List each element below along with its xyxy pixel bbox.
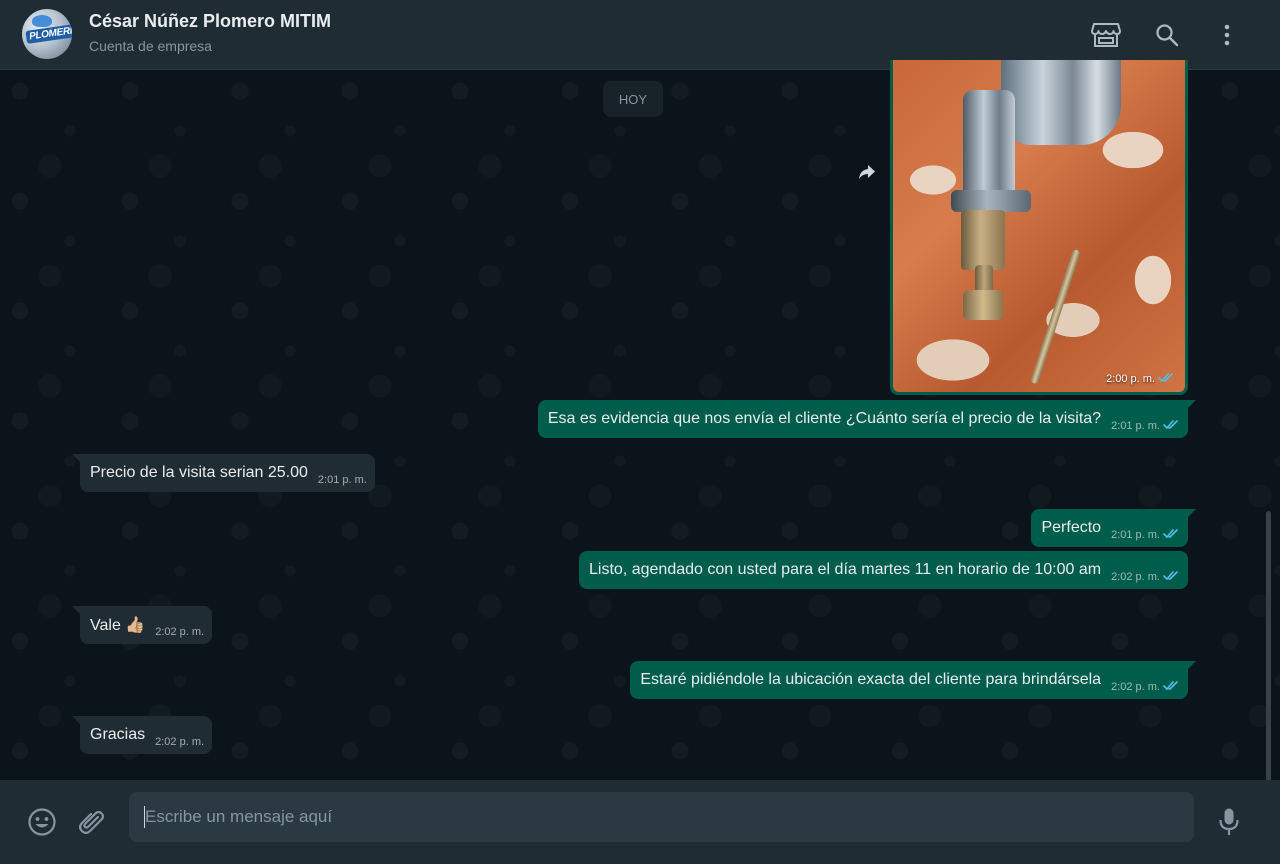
message-meta: 2:01 p. m. [1111, 419, 1180, 433]
message-text: Precio de la visita serian 25.00 [90, 464, 308, 481]
message-meta: 2:02 p. m. [155, 736, 204, 748]
message-meta: 2:02 p. m. [1111, 680, 1180, 694]
microphone-icon[interactable] [1209, 802, 1249, 842]
photo-detail [961, 210, 1005, 270]
photo-detail [951, 190, 1031, 212]
message-input[interactable] [129, 792, 1194, 842]
forward-icon[interactable] [852, 157, 882, 187]
read-ticks-icon [1163, 419, 1180, 433]
search-icon[interactable] [1150, 18, 1184, 52]
message-text: Vale 👍🏼 [90, 617, 146, 634]
faucet-photo[interactable]: 2:00 p. m. [893, 60, 1185, 392]
message-bubble-outgoing[interactable]: Listo, agendado con usted para el día ma… [579, 551, 1188, 589]
message-time: 2:02 p. m. [1111, 681, 1160, 693]
message-meta: 2:02 p. m. [1111, 570, 1180, 584]
text-caret [144, 806, 145, 828]
photo-detail [1029, 248, 1081, 385]
message-text: Listo, agendado con usted para el día ma… [589, 561, 1102, 578]
contact-subtitle: Cuenta de empresa [89, 38, 212, 54]
chat-scrollbar[interactable] [1266, 511, 1271, 780]
read-ticks-icon [1163, 680, 1180, 694]
message-text: Perfecto [1041, 519, 1102, 536]
message-time: 2:02 p. m. [1111, 571, 1160, 583]
contact-name[interactable]: César Núñez Plomero MITIM [89, 11, 331, 32]
message-text: Gracias [90, 726, 146, 743]
day-separator: HOY [603, 81, 663, 117]
message-composer [0, 780, 1280, 864]
image-time-text: 2:00 p. m. [1106, 373, 1155, 385]
message-meta: 2:01 p. m. [318, 474, 367, 486]
read-ticks-icon [1163, 570, 1180, 584]
avatar-logo-drop [32, 15, 52, 27]
message-bubble-outgoing[interactable]: Estaré pidiéndole la ubicación exacta de… [630, 661, 1196, 699]
message-time: 2:01 p. m. [1111, 420, 1160, 432]
read-ticks-icon [1158, 372, 1175, 386]
attach-clip-icon[interactable] [72, 802, 112, 842]
message-time: 2:00 p. m. [1106, 372, 1175, 386]
avatar-logo-text: PLOMERIA [25, 23, 72, 44]
message-time: 2:02 p. m. [155, 626, 205, 638]
message-time: 2:01 p. m. [317, 474, 367, 486]
contact-avatar[interactable]: PLOMERIA [22, 9, 72, 59]
message-bubble-incoming[interactable]: Precio de la visita serian 25.00 2:01 p.… [72, 454, 375, 492]
message-text: Estaré pidiéndole la ubicación exacta de… [640, 671, 1102, 688]
catalog-store-icon[interactable] [1089, 18, 1123, 52]
photo-detail [1001, 60, 1121, 145]
message-bubble-incoming[interactable]: Vale 👍🏼 2:02 p. m. [71, 606, 213, 644]
message-time: 2:01 p. m. [1111, 529, 1160, 541]
message-bubble-incoming[interactable]: Gracias 2:02 p. m. [71, 716, 213, 754]
message-bubble-outgoing[interactable]: Perfecto 2:01 p. m. [1031, 509, 1196, 547]
image-message[interactable]: 2:00 p. m. [890, 60, 1188, 395]
menu-kebab-icon[interactable] [1210, 18, 1244, 52]
message-time: 2:02 p. m. [155, 736, 205, 748]
emoji-icon[interactable] [22, 802, 62, 842]
photo-detail [963, 290, 1003, 320]
message-bubble-outgoing[interactable]: Esa es evidencia que nos envía el client… [537, 400, 1197, 438]
message-meta: 2:01 p. m. [1111, 528, 1180, 542]
message-meta: 2:02 p. m. [155, 626, 204, 638]
message-text: Esa es evidencia que nos envía el client… [547, 410, 1102, 427]
read-ticks-icon [1163, 528, 1180, 542]
